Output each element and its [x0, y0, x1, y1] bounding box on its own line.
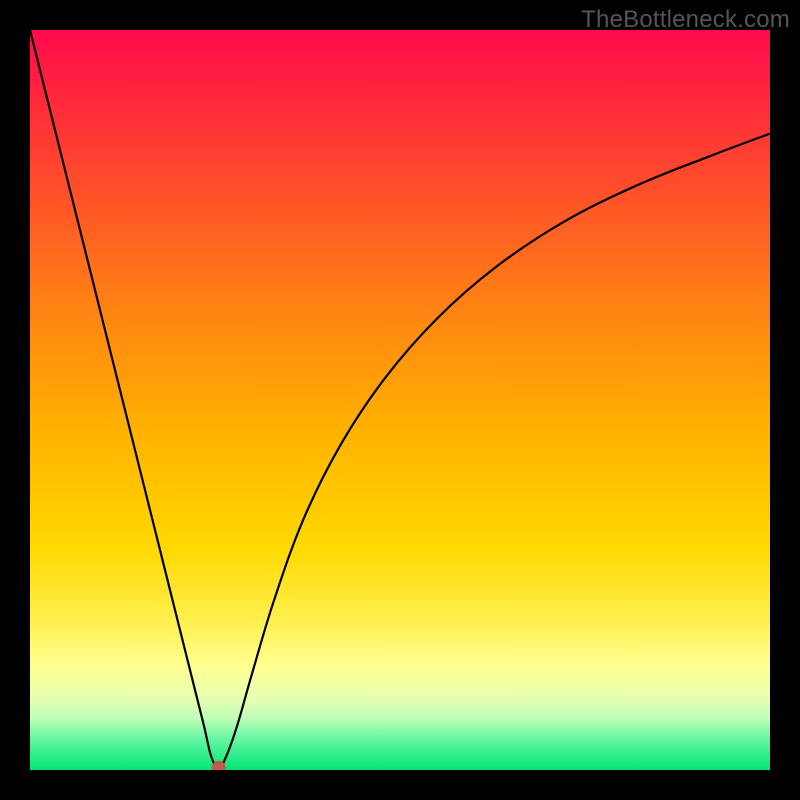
curve-path: [30, 30, 770, 768]
bottleneck-curve: [30, 30, 770, 770]
chart-frame: TheBottleneck.com: [0, 0, 800, 800]
plot-area: [30, 30, 770, 770]
